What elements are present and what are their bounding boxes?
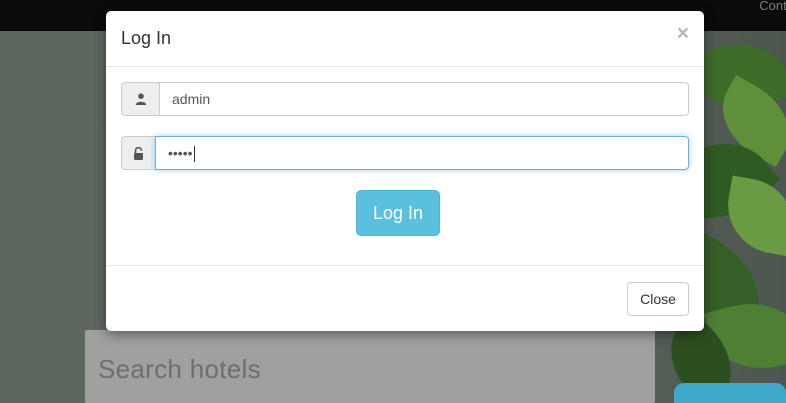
search-panel: Search hotels (85, 330, 655, 403)
nav-link-contact[interactable]: Conta (759, 0, 786, 12)
modal-header: Log In × (106, 11, 704, 67)
password-value: ••••• (168, 145, 193, 161)
username-group: admin (121, 82, 689, 116)
modal-title: Log In (121, 28, 172, 48)
close-icon[interactable]: × (677, 23, 689, 44)
close-button[interactable]: Close (627, 282, 689, 316)
text-cursor (193, 146, 195, 163)
search-input[interactable]: Search hotels (98, 354, 261, 385)
lock-icon (121, 136, 155, 170)
login-modal: Log In × admin ••••• Log In Close (106, 11, 704, 331)
username-field[interactable]: admin (159, 82, 689, 116)
modal-footer: Close (106, 265, 704, 331)
password-field[interactable]: ••••• (155, 136, 689, 170)
user-icon (121, 82, 159, 116)
login-button[interactable]: Log In (356, 190, 440, 236)
password-group: ••••• (121, 136, 689, 170)
